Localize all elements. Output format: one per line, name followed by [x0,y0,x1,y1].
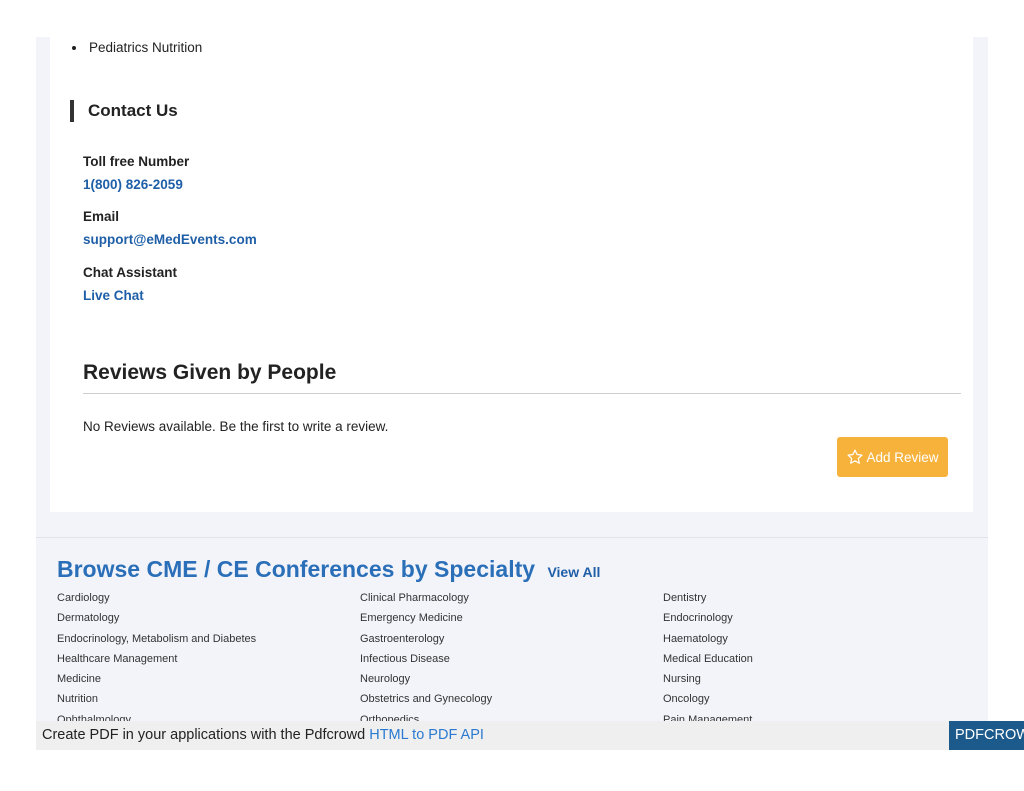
reviews-divider [83,393,961,394]
specialty-link[interactable]: Pain Management [663,710,753,721]
specialty-link[interactable]: Ophthalmology [57,710,256,721]
browse-title: Browse CME / CE Conferences by Specialty [57,556,536,582]
specialty-link[interactable]: Medical Education [663,649,753,669]
add-review-button[interactable]: Add Review [837,437,948,477]
email-link[interactable]: support@eMedEvents.com [83,231,257,249]
specialty-link[interactable]: Haematology [663,629,753,649]
footer-divider [36,537,988,538]
specialty-link[interactable]: Cardiology [57,588,256,608]
specialty-link[interactable]: Infectious Disease [360,649,492,669]
toll-free-link[interactable]: 1(800) 826-2059 [83,176,183,194]
specialty-link[interactable]: Medicine [57,669,256,689]
email-label: Email [83,209,120,224]
specialty-link[interactable]: Dentistry [663,588,753,608]
pdf-banner-text-wrap: Create PDF in your applications with the… [42,721,484,750]
specialty-link[interactable]: Endocrinology [663,608,753,628]
browse-specialty-heading: Browse CME / CE Conferences by Specialty… [57,555,600,586]
pdfcrowd-banner: Create PDF in your applications with the… [36,721,1024,750]
contact-heading: Contact Us [70,100,178,122]
view-all-link[interactable]: View All [547,564,600,580]
reviews-title: Reviews Given by People [83,361,337,384]
specialty-link[interactable]: Healthcare Management [57,649,256,669]
live-chat-link[interactable]: Live Chat [83,287,144,305]
specialty-column-2: Clinical Pharmacology Emergency Medicine… [360,588,492,721]
star-outline-icon [847,449,863,464]
specialty-link[interactable]: Nutrition [57,689,256,709]
specialty-link[interactable]: Neurology [360,669,492,689]
chat-label: Chat Assistant [83,265,178,280]
list-item: Pediatrics Nutrition [70,38,202,58]
add-review-label: Add Review [866,449,939,465]
specialty-column-3: Dentistry Endocrinology Haematology Medi… [663,588,753,721]
specialty-link[interactable]: Oncology [663,689,753,709]
pdf-banner-text: Create PDF in your applications with the… [42,727,366,743]
specialty-link[interactable]: Dermatology [57,608,256,628]
no-reviews-text: No Reviews available. Be the first to wr… [83,419,389,434]
toll-free-label: Toll free Number [83,154,190,169]
html-to-pdf-link[interactable]: HTML to PDF API [369,727,484,743]
specialty-link[interactable]: Nursing [663,669,753,689]
pdfcrowd-logo[interactable]: PDFCROWD [949,721,1024,750]
specialty-link[interactable]: Obstetrics and Gynecology [360,689,492,709]
specialty-link[interactable]: Gastroenterology [360,629,492,649]
specialty-link[interactable]: Endocrinology, Metabolism and Diabetes [57,629,256,649]
specialty-link[interactable]: Orthopedics [360,710,492,721]
specialty-link[interactable]: Emergency Medicine [360,608,492,628]
specialty-column-1: Cardiology Dermatology Endocrinology, Me… [57,588,256,721]
specialty-link[interactable]: Clinical Pharmacology [360,588,492,608]
specialization-list: Pediatrics Nutrition [70,38,202,58]
specialty-grid: Cardiology Dermatology Endocrinology, Me… [36,588,988,721]
content-card [50,37,973,512]
